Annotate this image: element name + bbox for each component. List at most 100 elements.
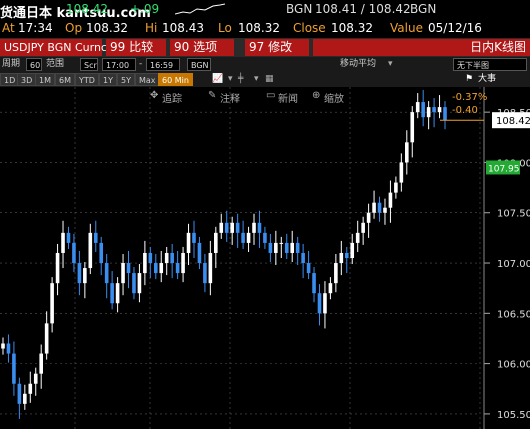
- candle-body: [164, 252, 169, 264]
- candle-body: [175, 263, 180, 274]
- close-value: 108.32: [331, 21, 373, 35]
- candle-body: [410, 112, 415, 143]
- btn-5y[interactable]: 5Y: [117, 73, 135, 86]
- track-icon[interactable]: ✥: [150, 90, 158, 101]
- edit-button[interactable]: 97 修改: [245, 39, 309, 56]
- time-to-input[interactable]: 16:59: [146, 58, 180, 71]
- btn-ytd[interactable]: YTD: [75, 73, 99, 86]
- candle-body: [93, 232, 98, 243]
- btn-60min[interactable]: 60 Min: [158, 73, 193, 86]
- candle-body: [306, 263, 311, 274]
- candle-body: [426, 107, 431, 118]
- candle-body: [153, 263, 158, 274]
- annotate-label[interactable]: 注释: [220, 90, 240, 105]
- candle-body: [186, 232, 191, 253]
- last-price: 108.42: [66, 2, 108, 16]
- half-screen-select[interactable]: 无下半图: [453, 58, 527, 71]
- change-annotation: -0.37%: [452, 92, 487, 103]
- candle-body: [246, 232, 251, 243]
- btn-max[interactable]: Max: [135, 73, 160, 86]
- source-input[interactable]: BGN: [187, 58, 211, 71]
- sparkline-icon: [175, 3, 225, 15]
- candle-body: [110, 283, 114, 304]
- news-label[interactable]: 新闻: [278, 90, 298, 105]
- period-input[interactable]: 60: [26, 58, 42, 71]
- candle-body: [50, 283, 54, 324]
- candle-body: [23, 393, 27, 404]
- y-tick-label: 107.00: [497, 259, 530, 270]
- candle-body: [224, 222, 229, 233]
- options-button[interactable]: 90 选项: [170, 39, 234, 56]
- low-value: 108.32: [238, 21, 280, 35]
- candle-body: [55, 252, 60, 284]
- candle-body: [241, 232, 245, 243]
- moving-avg-chevron-icon[interactable]: ▾: [388, 58, 393, 71]
- news-icon[interactable]: ▭: [266, 90, 275, 101]
- events-label[interactable]: 大事: [478, 73, 496, 86]
- time-from-input[interactable]: 17:00: [102, 58, 136, 71]
- candle-body: [99, 242, 104, 264]
- candle-body: [301, 252, 305, 264]
- candle-body: [372, 202, 376, 213]
- at-label: At: [2, 21, 15, 35]
- moving-avg-label[interactable]: 移动平均: [340, 58, 376, 71]
- candle-body: [181, 252, 185, 274]
- candles: [1, 90, 447, 419]
- candle-body: [432, 107, 436, 113]
- line-chart-icon[interactable]: 📈: [212, 73, 223, 86]
- range-label: 范围: [46, 59, 65, 69]
- at-value: 17:34: [18, 21, 53, 35]
- candle-body: [39, 353, 43, 374]
- candle-body: [6, 343, 11, 354]
- btn-6m[interactable]: 6M: [55, 73, 75, 86]
- candle-body: [44, 323, 49, 354]
- high-label: Hi: [145, 21, 158, 35]
- last-price-label: 108.42: [496, 116, 530, 127]
- candle-body: [361, 222, 365, 233]
- zoom-icon[interactable]: ⊕: [312, 90, 320, 101]
- candle-body: [443, 107, 447, 121]
- candle-icon[interactable]: ╪: [238, 73, 243, 86]
- security-name[interactable]: USDJPY BGN Curncy: [0, 39, 113, 56]
- candle-body: [323, 293, 327, 314]
- candle-body: [355, 232, 360, 243]
- annotate-icon[interactable]: ✎: [208, 90, 216, 101]
- btn-1y[interactable]: 1Y: [99, 73, 117, 86]
- events-flag-icon[interactable]: ⚑: [465, 73, 473, 86]
- table-icon[interactable]: ▦: [265, 73, 274, 86]
- candle-body: [295, 242, 300, 253]
- candle-body: [132, 273, 136, 294]
- candle-body: [257, 222, 262, 233]
- candle-body: [1, 343, 5, 349]
- zoom-label[interactable]: 缩放: [324, 90, 344, 105]
- price-chart[interactable]: 108.50108.00107.50107.00106.50106.00105.…: [0, 87, 530, 429]
- candle-body: [17, 383, 22, 404]
- candle-body: [148, 252, 153, 264]
- candle-body: [284, 242, 289, 253]
- candle-body: [137, 273, 142, 294]
- candle-body: [263, 232, 267, 243]
- style-chevron-icon[interactable]: ▾: [254, 73, 259, 86]
- candle-body: [328, 283, 333, 294]
- candle-body: [121, 263, 125, 284]
- value-date: 05/12/16: [428, 21, 482, 35]
- range-type-select[interactable]: Scr: [80, 58, 98, 71]
- y-tick-label: 105.50: [497, 410, 530, 421]
- bid-ask: 108.41 / 108.42: [315, 2, 411, 16]
- candle-body: [274, 242, 278, 253]
- candle-body: [437, 107, 442, 113]
- candle-body: [252, 222, 256, 233]
- candle-body: [394, 182, 398, 193]
- candle-body: [312, 273, 316, 294]
- chart-type-chevron-icon[interactable]: ▾: [228, 73, 233, 86]
- change-annotation: -0.40: [452, 105, 478, 116]
- candle-body: [279, 242, 284, 244]
- btn-1m[interactable]: 1M: [35, 73, 55, 86]
- btn-3d[interactable]: 3D: [17, 73, 37, 86]
- candle-body: [383, 207, 387, 213]
- high-value: 108.43: [162, 21, 204, 35]
- compare-button[interactable]: 99 比较: [106, 39, 166, 56]
- candle-body: [77, 263, 82, 284]
- track-label[interactable]: 追踪: [162, 90, 182, 105]
- candle-body: [399, 162, 404, 183]
